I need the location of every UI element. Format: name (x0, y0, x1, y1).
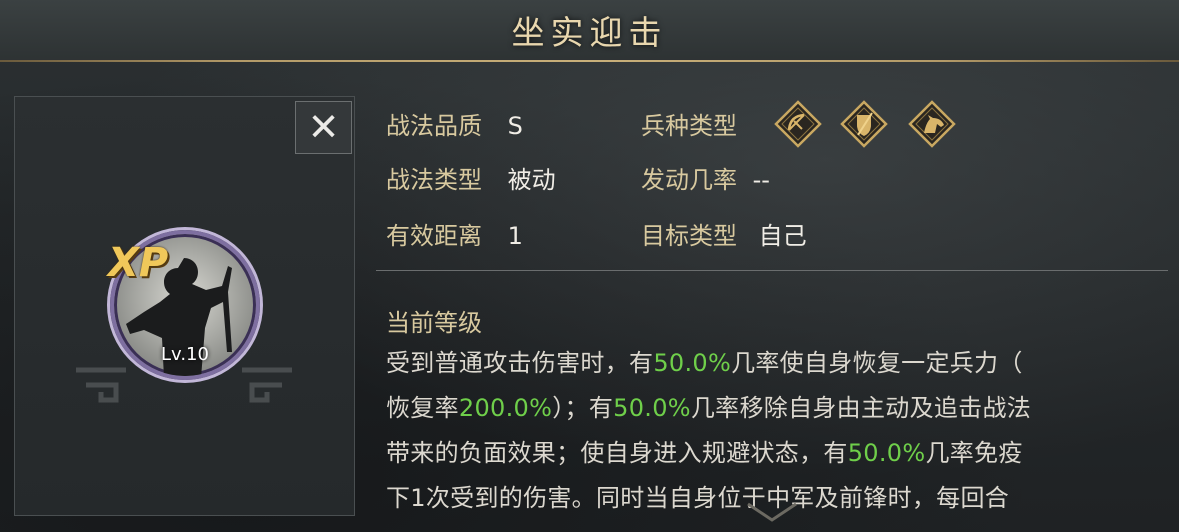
type-label: 战法类型 (386, 166, 482, 194)
range-label: 有效距离 (386, 222, 482, 250)
target-row: 目标类型 自己 (641, 224, 807, 248)
highlight-value: 200.0% (458, 394, 553, 422)
type-value: 被动 (507, 166, 556, 194)
troop-label: 兵种类型 (641, 112, 737, 140)
description-text: 带来的负面效果；使自身进入规避状态，有 (386, 439, 848, 467)
rate-label: 发动几率 (641, 166, 737, 194)
skill-title: 坐实迎击 (511, 13, 668, 52)
description-line: 受到普通攻击伤害时，有50.0%几率使自身恢复一定兵力（ (386, 341, 1166, 386)
rate-value: -- (752, 166, 770, 194)
quality-value: S (507, 112, 523, 140)
troop-row: 兵种类型 (641, 114, 737, 138)
shield-icon[interactable] (840, 100, 888, 148)
description-text: 下1次受到的伤害。同时当自身位于中军及前锋时，每回合 (386, 484, 1010, 512)
bow-icon[interactable] (774, 100, 822, 148)
skill-description: 受到普通攻击伤害时，有50.0%几率使自身恢复一定兵力（ 恢复率200.0%）；有… (386, 341, 1166, 521)
quality-row: 战法品质 S (386, 114, 523, 138)
highlight-value: 50.0% (613, 394, 691, 422)
description-text: 几率移除自身由主动及追击战法 (690, 394, 1032, 422)
description-text: 恢复率 (386, 394, 459, 422)
highlight-value: 50.0% (847, 439, 926, 467)
chevron-down-icon[interactable] (744, 500, 800, 524)
range-value: 1 (507, 222, 523, 250)
range-row: 有效距离 1 (386, 224, 523, 248)
type-row: 战法类型 被动 (386, 168, 556, 192)
highlight-value: 50.0% (653, 349, 732, 377)
description-text: 几率使自身恢复一定兵力（ (731, 349, 1023, 377)
close-button[interactable]: ✕ (295, 101, 352, 154)
skill-level: Lv.10 (161, 344, 209, 365)
description-line: 带来的负面效果；使自身进入规避状态，有50.0%几率免疫 (386, 431, 1166, 476)
description-text: 受到普通攻击伤害时，有 (386, 349, 654, 377)
xp-badge: XP (108, 240, 169, 286)
rate-row: 发动几率 -- (641, 168, 770, 192)
target-label: 目标类型 (641, 222, 737, 250)
current-level-title: 当前等级 (386, 309, 482, 337)
target-value: 自己 (758, 222, 807, 250)
horse-icon[interactable] (908, 100, 956, 148)
description-text: 几率免疫 (925, 439, 1023, 467)
section-divider (376, 270, 1168, 271)
description-line: 恢复率200.0%）；有50.0%几率移除自身由主动及追击战法 (386, 386, 1166, 431)
quality-label: 战法品质 (386, 112, 482, 140)
description-text: ）；有 (552, 394, 614, 422)
header-bar: 坐实迎击 (0, 0, 1179, 62)
